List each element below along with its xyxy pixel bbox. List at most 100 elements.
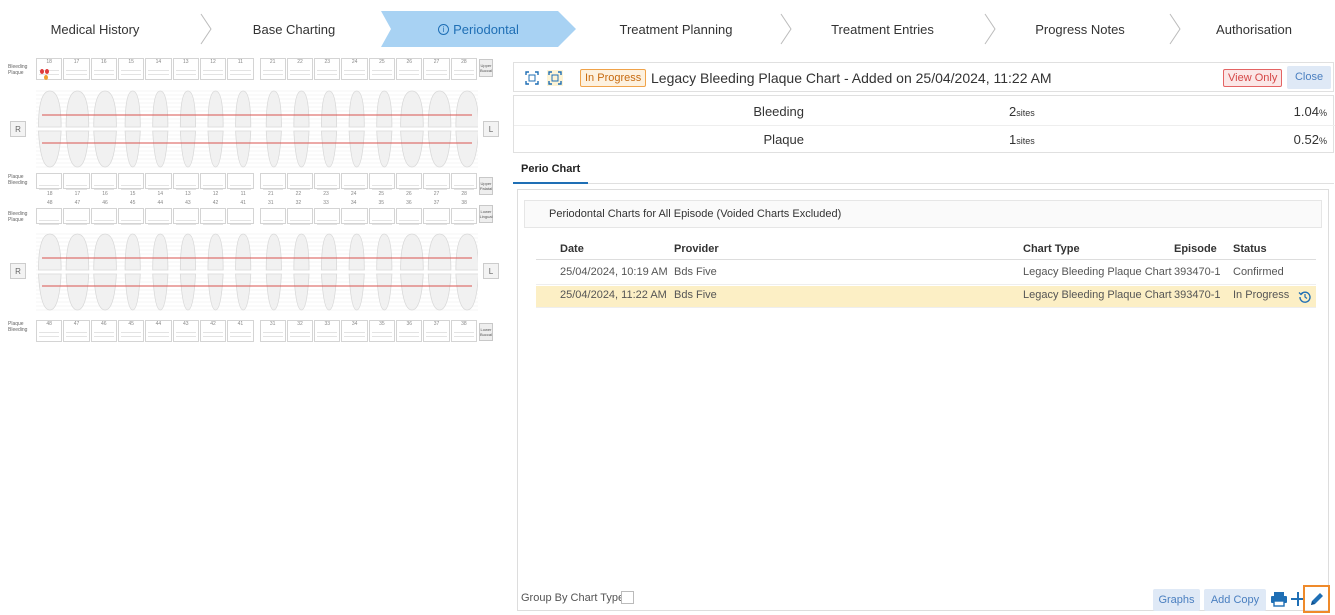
tooth-shape[interactable] bbox=[38, 233, 62, 271]
tooth-site-cell[interactable] bbox=[90, 173, 117, 190]
tooth-site-cell[interactable] bbox=[172, 173, 199, 190]
tooth-shape[interactable] bbox=[321, 90, 338, 128]
tooth-shape[interactable] bbox=[400, 130, 424, 168]
tooth-site-cell[interactable]: 14 bbox=[145, 58, 172, 80]
tooth-shape[interactable] bbox=[207, 233, 224, 271]
tooth-shape[interactable] bbox=[65, 90, 90, 128]
tooth-shape[interactable] bbox=[179, 90, 196, 128]
tooth-shape[interactable] bbox=[124, 90, 141, 128]
tooth-site-cell[interactable]: 18 bbox=[36, 58, 63, 80]
tooth-shape[interactable] bbox=[235, 273, 252, 311]
tooth-shape[interactable] bbox=[455, 90, 479, 128]
expand-icon[interactable] bbox=[524, 70, 540, 86]
tooth-site-cell[interactable]: 44 bbox=[145, 320, 172, 342]
upper-buccal-toggle[interactable]: Upper Buccal bbox=[479, 59, 493, 77]
tooth-shape[interactable] bbox=[348, 233, 365, 271]
group-by-checkbox[interactable] bbox=[621, 591, 634, 604]
tooth-site-cell[interactable] bbox=[63, 173, 90, 190]
lower-buccal-toggle[interactable]: Lower Buccal bbox=[479, 323, 493, 341]
tooth-site-cell[interactable] bbox=[227, 208, 254, 225]
tooth-shape[interactable] bbox=[348, 273, 365, 311]
upper-jaw-teeth[interactable] bbox=[36, 87, 479, 171]
tooth-site-cell[interactable]: 26 bbox=[396, 58, 423, 80]
lower-jaw-teeth[interactable] bbox=[36, 230, 479, 314]
tooth-site-cell[interactable] bbox=[450, 208, 477, 225]
tooth-shape[interactable] bbox=[93, 90, 117, 128]
step-treatment-planning[interactable]: Treatment Planning bbox=[576, 11, 776, 47]
tooth-site-cell[interactable]: 47 bbox=[63, 320, 90, 342]
tooth-site-cell[interactable] bbox=[368, 173, 396, 190]
tooth-shape[interactable] bbox=[427, 130, 452, 168]
tooth-site-cell[interactable] bbox=[396, 208, 423, 225]
tooth-shape[interactable] bbox=[207, 273, 224, 311]
tooth-shape[interactable] bbox=[265, 233, 282, 271]
history-restore-icon[interactable] bbox=[1298, 290, 1312, 304]
lower-lingual-toggle[interactable]: Lower Lingual bbox=[479, 205, 493, 223]
edit-button[interactable] bbox=[1303, 585, 1330, 613]
tooth-shape[interactable] bbox=[38, 90, 62, 128]
tooth-site-cell[interactable]: 48 bbox=[36, 320, 63, 342]
tooth-shape[interactable] bbox=[321, 273, 338, 311]
tooth-shape[interactable] bbox=[235, 233, 252, 271]
tooth-shape[interactable] bbox=[455, 233, 479, 271]
tooth-site-cell[interactable] bbox=[36, 173, 63, 190]
tooth-site-cell[interactable]: 11 bbox=[227, 58, 254, 80]
tooth-shape[interactable] bbox=[152, 130, 169, 168]
tooth-shape[interactable] bbox=[38, 273, 62, 311]
tooth-site-cell[interactable] bbox=[341, 208, 368, 225]
tooth-site-cell[interactable]: 37 bbox=[423, 320, 450, 342]
tooth-shape[interactable] bbox=[400, 233, 424, 271]
tooth-shape[interactable] bbox=[376, 90, 393, 128]
tooth-site-cell[interactable] bbox=[199, 208, 227, 225]
tooth-shape[interactable] bbox=[321, 130, 338, 168]
tooth-shape[interactable] bbox=[235, 90, 252, 128]
tooth-shape[interactable] bbox=[376, 273, 393, 311]
tooth-site-cell[interactable] bbox=[227, 173, 254, 190]
tooth-site-cell[interactable]: 12 bbox=[199, 58, 227, 80]
tooth-shape[interactable] bbox=[65, 233, 90, 271]
tooth-shape[interactable] bbox=[293, 233, 310, 271]
tooth-site-cell[interactable]: 23 bbox=[314, 58, 341, 80]
column-episode[interactable]: Episode bbox=[1174, 243, 1217, 255]
tooth-shape[interactable] bbox=[348, 130, 365, 168]
tooth-site-cell[interactable] bbox=[286, 208, 314, 225]
tooth-site-cell[interactable] bbox=[368, 208, 396, 225]
add-copy-button[interactable]: Add Copy bbox=[1204, 589, 1266, 611]
tooth-shape[interactable] bbox=[455, 273, 479, 311]
column-date[interactable]: Date bbox=[560, 243, 584, 255]
tooth-shape[interactable] bbox=[348, 90, 365, 128]
tab-perio-chart[interactable]: Perio Chart bbox=[513, 158, 589, 184]
tooth-shape[interactable] bbox=[265, 273, 282, 311]
tooth-site-cell[interactable] bbox=[450, 173, 477, 190]
tooth-site-cell[interactable] bbox=[396, 173, 423, 190]
tooth-site-cell[interactable] bbox=[341, 173, 368, 190]
tooth-site-cell[interactable]: 24 bbox=[341, 58, 368, 80]
tooth-site-cell[interactable] bbox=[172, 208, 199, 225]
tooth-site-cell[interactable] bbox=[199, 173, 227, 190]
tooth-shape[interactable] bbox=[400, 90, 424, 128]
tooth-site-cell[interactable]: 35 bbox=[368, 320, 396, 342]
tooth-shape[interactable] bbox=[455, 130, 479, 168]
tooth-shape[interactable] bbox=[293, 90, 310, 128]
table-row[interactable]: 25/04/2024, 10:19 AM Bds Five Legacy Ble… bbox=[536, 263, 1316, 285]
step-authorisation[interactable]: Authorisation bbox=[1184, 11, 1324, 47]
tooth-site-cell[interactable]: 31 bbox=[259, 320, 286, 342]
step-periodontal[interactable]: i Periodontal bbox=[381, 11, 576, 47]
tooth-site-cell[interactable] bbox=[145, 173, 172, 190]
tooth-shape[interactable] bbox=[93, 233, 117, 271]
tooth-site-cell[interactable]: 27 bbox=[423, 58, 450, 80]
tooth-site-cell[interactable]: 46 bbox=[90, 320, 117, 342]
tooth-shape[interactable] bbox=[124, 233, 141, 271]
tooth-site-cell[interactable]: 38 bbox=[450, 320, 477, 342]
tooth-site-cell[interactable] bbox=[423, 173, 450, 190]
table-row-selected[interactable]: 25/04/2024, 11:22 AM Bds Five Legacy Ble… bbox=[536, 286, 1316, 308]
tooth-site-cell[interactable]: 32 bbox=[286, 320, 314, 342]
tooth-site-cell[interactable]: 33 bbox=[314, 320, 341, 342]
tooth-site-cell[interactable] bbox=[63, 208, 90, 225]
tooth-shape[interactable] bbox=[124, 273, 141, 311]
column-provider[interactable]: Provider bbox=[674, 243, 719, 255]
upper-palatal-marker-strip[interactable] bbox=[36, 173, 478, 190]
tooth-site-cell[interactable]: 45 bbox=[117, 320, 145, 342]
tooth-shape[interactable] bbox=[427, 233, 452, 271]
tooth-shape[interactable] bbox=[400, 273, 424, 311]
